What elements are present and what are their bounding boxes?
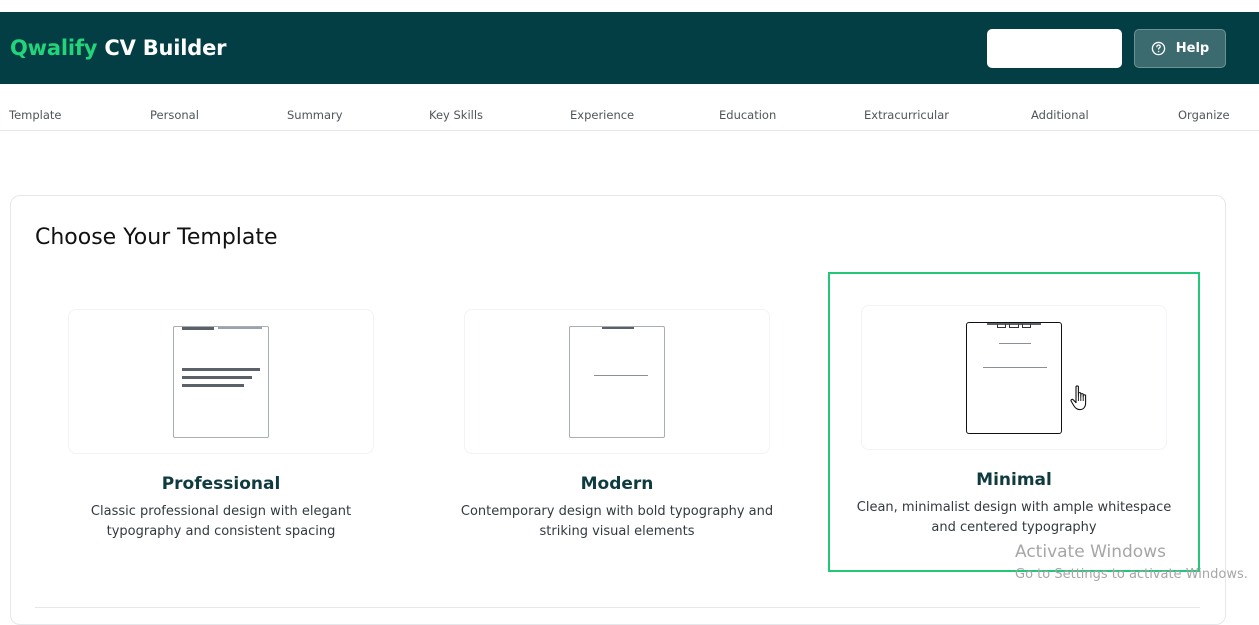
top-strip <box>0 0 1259 12</box>
nav-item-additional[interactable]: Additional <box>1031 108 1089 122</box>
nav-item-experience[interactable]: Experience <box>570 108 634 122</box>
app-header: Qwalify CV Builder Help <box>0 12 1259 84</box>
activate-windows-title: Activate Windows <box>1015 542 1166 562</box>
nav-item-personal[interactable]: Personal <box>150 108 199 122</box>
brand-main: CV Builder <box>97 36 227 60</box>
selected-template-highlight <box>828 272 1200 572</box>
template-desc-professional: Classic professional design with elegant… <box>90 504 352 539</box>
page-title: Choose Your Template <box>35 225 278 250</box>
help-button[interactable]: Help <box>1134 29 1226 68</box>
nav-item-organize[interactable]: Organize <box>1178 108 1230 122</box>
activate-windows-subtitle: Go to Settings to activate Windows. <box>1015 567 1248 582</box>
step-nav: Template Personal Summary Key Skills Exp… <box>0 84 1259 131</box>
brand-accent: Qwalify <box>10 36 98 60</box>
section-divider <box>35 607 1200 608</box>
nav-item-education[interactable]: Education <box>719 108 776 122</box>
nav-item-extracurricular[interactable]: Extracurricular <box>864 108 949 122</box>
nav-item-key-skills[interactable]: Key Skills <box>429 108 483 122</box>
doc-thumbnail <box>569 326 665 438</box>
help-button-label: Help <box>1175 41 1210 56</box>
question-circle-icon <box>1151 41 1166 56</box>
template-desc-modern: Contemporary design with bold typography… <box>460 504 774 539</box>
doc-thumbnail <box>173 326 269 438</box>
brand-logo[interactable]: Qwalify CV Builder <box>10 36 227 60</box>
template-preview-modern[interactable] <box>464 309 770 454</box>
nav-item-summary[interactable]: Summary <box>287 108 343 122</box>
template-name-professional: Professional <box>161 474 281 494</box>
nav-item-template[interactable]: Template <box>9 108 61 122</box>
header-input[interactable] <box>987 29 1122 68</box>
hand-pointer-icon <box>1069 384 1091 412</box>
template-name-modern: Modern <box>580 474 654 494</box>
template-preview-professional[interactable] <box>68 309 374 454</box>
